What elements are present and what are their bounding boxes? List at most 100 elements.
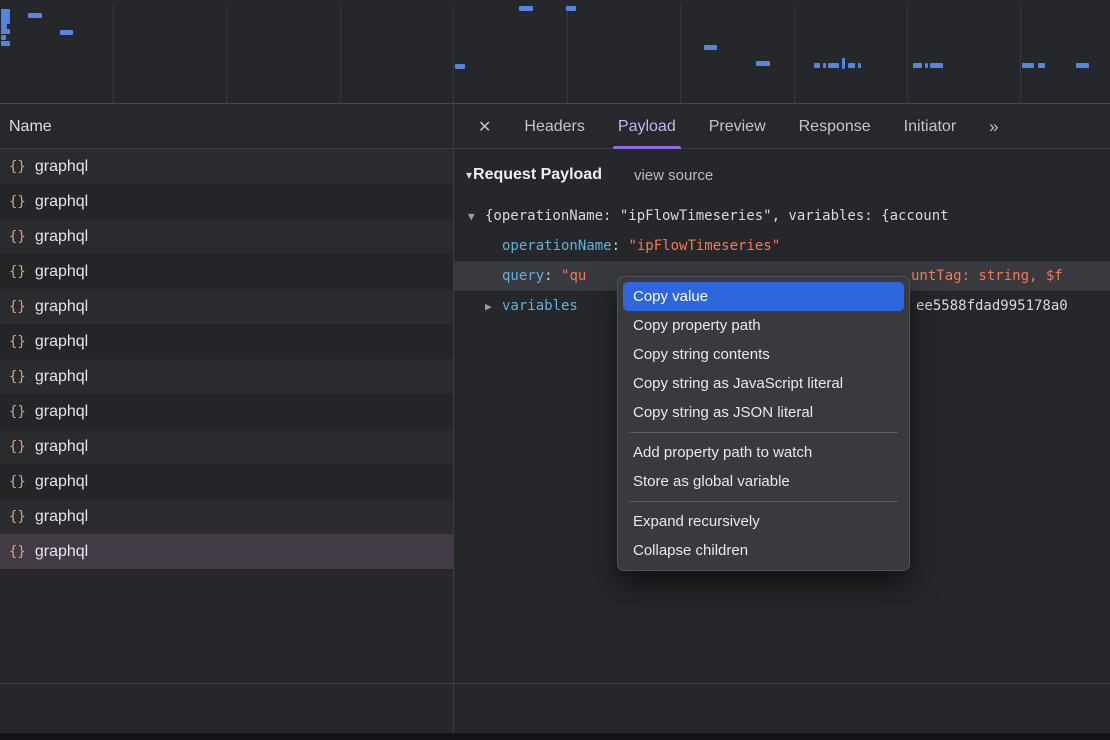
fetch-braces-icon: {} xyxy=(9,544,26,560)
timeline-activity-bar xyxy=(1038,63,1045,68)
context-menu: Copy valueCopy property pathCopy string … xyxy=(617,276,910,571)
fetch-braces-icon: {} xyxy=(9,474,26,490)
timeline-activity-bar xyxy=(756,61,770,66)
timeline-activity-bar xyxy=(814,63,820,68)
fetch-braces-icon: {} xyxy=(9,229,26,245)
fetch-braces-icon: {} xyxy=(9,369,26,385)
tree-row-root[interactable]: ▼{operationName: "ipFlowTimeseries", var… xyxy=(454,201,1110,231)
timeline-gridline xyxy=(113,4,114,103)
timeline-activity-bar xyxy=(1,41,10,46)
query-value-continued: untTag: string, $f xyxy=(911,261,1063,291)
tab-headers[interactable]: Headers xyxy=(524,104,584,149)
request-row[interactable]: {} graphql xyxy=(0,359,453,394)
property-value: "qu xyxy=(561,268,586,284)
request-payload-section-header: ▾ Request Payload view source xyxy=(454,149,1110,201)
request-name: graphql xyxy=(35,403,88,421)
view-source-link[interactable]: view source xyxy=(634,167,713,184)
fetch-braces-icon: {} xyxy=(9,159,26,175)
fetch-braces-icon: {} xyxy=(9,264,26,280)
request-row[interactable]: {} graphql xyxy=(0,464,453,499)
timeline-activity-bar xyxy=(823,63,826,68)
menu-item[interactable]: Store as global variable xyxy=(623,467,904,496)
timeline-activity-bar xyxy=(925,63,928,68)
expand-triangle-icon[interactable]: ▶ xyxy=(485,300,502,313)
fetch-braces-icon: {} xyxy=(9,404,26,420)
property-key: variables xyxy=(502,298,578,314)
request-name: graphql xyxy=(35,193,88,211)
menu-separator xyxy=(629,501,898,502)
detail-tabs: ✕ Headers Payload Preview Response Initi… xyxy=(454,104,1110,149)
timeline-gridline xyxy=(340,4,341,103)
expand-triangle-icon[interactable]: ▼ xyxy=(468,210,485,223)
request-name: graphql xyxy=(35,508,88,526)
timeline-gridline xyxy=(907,4,908,103)
timeline-activity-bar xyxy=(1,35,6,40)
menu-item[interactable]: Copy string as JavaScript literal xyxy=(623,369,904,398)
request-row[interactable]: {}graphql xyxy=(0,254,453,289)
property-value: "ipFlowTimeseries" xyxy=(628,238,780,254)
timeline-activity-bar xyxy=(566,6,576,11)
request-name: graphql xyxy=(35,158,88,176)
tab-response[interactable]: Response xyxy=(799,104,871,149)
timeline-gridline xyxy=(794,4,795,103)
timeline-activity-bar xyxy=(858,63,861,68)
request-name: graphql xyxy=(35,438,88,456)
timeline-activity-bar xyxy=(60,30,73,35)
request-name: graphql xyxy=(35,473,88,491)
property-key: operationName xyxy=(502,238,612,254)
timeline-activity-bar xyxy=(455,64,465,69)
request-row[interactable]: {} graphql xyxy=(0,289,453,324)
tab-payload[interactable]: Payload xyxy=(618,104,676,149)
request-row[interactable]: {} graphql xyxy=(0,219,453,254)
menu-item[interactable]: Copy property path xyxy=(623,311,904,340)
request-row[interactable]: {} graphql xyxy=(0,534,453,569)
close-icon[interactable]: ✕ xyxy=(478,117,491,137)
request-name: graphql xyxy=(35,228,88,246)
window-bottom-edge xyxy=(0,733,1110,740)
menu-item[interactable]: Expand recursively xyxy=(623,507,904,536)
menu-item[interactable]: Copy value xyxy=(623,282,904,311)
variables-preview-continued: ee5588fdad995178a0 xyxy=(916,291,1068,321)
timeline-activity-bar xyxy=(28,13,42,18)
timeline-activity-bar xyxy=(848,63,855,68)
name-column-header[interactable]: Name xyxy=(9,104,52,149)
menu-separator xyxy=(629,432,898,433)
fetch-braces-icon: {} xyxy=(9,299,26,315)
menu-item[interactable]: Collapse children xyxy=(623,536,904,565)
property-key: query xyxy=(502,268,544,284)
timeline-activity-bar xyxy=(1,29,10,34)
tab-preview[interactable]: Preview xyxy=(709,104,766,149)
colon: : xyxy=(544,268,561,284)
timeline-activity-bar xyxy=(519,6,533,11)
network-overview-timeline[interactable] xyxy=(0,0,1110,104)
menu-item[interactable]: Copy string contents xyxy=(623,340,904,369)
request-row[interactable]: {} graphql xyxy=(0,149,453,184)
tree-row-operation-name[interactable]: operationName: "ipFlowTimeseries" xyxy=(454,231,1110,261)
fetch-braces-icon: {} xyxy=(9,194,26,210)
fetch-braces-icon: {} xyxy=(9,509,26,525)
request-row[interactable]: {} graphql xyxy=(0,429,453,464)
timeline-gridline xyxy=(567,4,568,103)
timeline-activity-bar xyxy=(842,58,845,69)
menu-item[interactable]: Copy string as JSON literal xyxy=(623,398,904,427)
fetch-braces-icon: {} xyxy=(9,334,26,350)
request-name: graphql xyxy=(35,543,88,561)
menu-item[interactable]: Add property path to watch xyxy=(623,438,904,467)
request-row[interactable]: {} graphql xyxy=(0,499,453,534)
timeline-gridline xyxy=(680,4,681,103)
request-name: graphql xyxy=(35,368,88,386)
colon: : xyxy=(612,238,629,254)
section-collapse-triangle-icon[interactable]: ▾ xyxy=(466,168,472,182)
fetch-braces-icon: {} xyxy=(9,439,26,455)
header-strip: Name ✕ Headers Payload Preview Response … xyxy=(0,104,1110,149)
request-name: graphql xyxy=(35,298,88,316)
more-tabs-icon[interactable]: » xyxy=(989,117,997,137)
request-row[interactable]: {} graphql xyxy=(0,394,453,429)
timeline-activity-bar xyxy=(1076,63,1089,68)
timeline-activity-bar xyxy=(1022,63,1034,68)
request-row[interactable]: {} graphql xyxy=(0,184,453,219)
request-list: {} graphql {} graphql {} graphql {} graphql {} gr… xyxy=(0,149,453,569)
tab-initiator[interactable]: Initiator xyxy=(904,104,956,149)
request-row[interactable]: {}graphql xyxy=(0,324,453,359)
timeline-gridline xyxy=(453,4,454,103)
